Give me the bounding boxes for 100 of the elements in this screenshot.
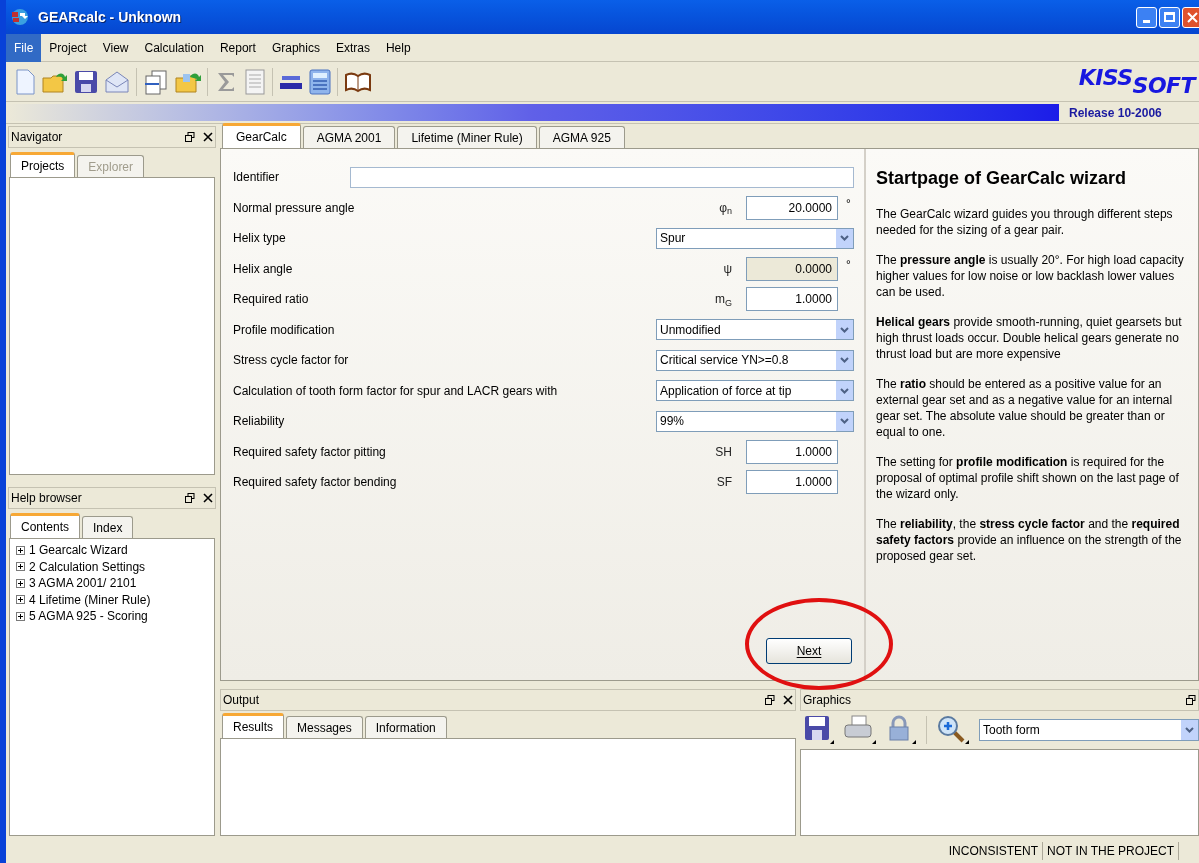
view-dropdown[interactable]: Tooth form bbox=[979, 719, 1199, 741]
menu-item[interactable]: View bbox=[94, 33, 137, 62]
panel-title: Output bbox=[223, 692, 260, 709]
expand-icon[interactable] bbox=[16, 545, 25, 555]
field-label: Required safety factor bending bbox=[233, 474, 398, 492]
tab[interactable]: Lifetime (Miner Rule) bbox=[397, 126, 537, 148]
symbol-label: SH bbox=[714, 443, 733, 461]
calculator-icon[interactable] bbox=[309, 68, 331, 95]
tree-item[interactable]: 3 AGMA 2001/ 2101 bbox=[29, 574, 137, 593]
envelope-icon[interactable] bbox=[104, 69, 130, 94]
chevron-down-icon bbox=[1185, 727, 1194, 733]
menu-item[interactable]: Help bbox=[377, 33, 419, 62]
window-title: GEARcalc - Unknown bbox=[38, 7, 182, 27]
close-icon[interactable] bbox=[203, 493, 213, 503]
field-label: Helix type bbox=[233, 230, 287, 248]
dropdown[interactable]: Spur bbox=[656, 227, 854, 249]
tab[interactable]: AGMA 2001 bbox=[302, 126, 396, 148]
expand-icon[interactable] bbox=[16, 562, 25, 572]
tab[interactable]: Projects bbox=[10, 152, 76, 177]
menu-item[interactable]: Extras bbox=[327, 33, 378, 62]
chevron-down-icon bbox=[840, 387, 849, 394]
field-label: Profile modification bbox=[233, 321, 336, 339]
panel-title: Graphics bbox=[803, 692, 852, 709]
symbol-label: m$_{G}$ bbox=[714, 291, 733, 309]
next-button[interactable]: Next bbox=[766, 638, 852, 664]
zoom-in-icon[interactable] bbox=[937, 715, 969, 745]
help-paragraph: The setting for profile modification is required for the proposal of optimal profile shift shown on the last page of the wizard only. bbox=[876, 454, 1180, 502]
restore-icon[interactable] bbox=[185, 493, 195, 503]
tab[interactable]: Results bbox=[222, 713, 284, 738]
book-icon[interactable] bbox=[344, 70, 372, 93]
help-paragraph: The pressure angle is usually 20°. For high load capacity higher values for low noise or low backlash lower values can be used. bbox=[876, 252, 1185, 300]
panel-title: Help browser bbox=[11, 490, 82, 507]
symbol-label: SF bbox=[715, 474, 733, 492]
field-label: Normal pressure angle bbox=[233, 199, 356, 217]
copy-pages-icon[interactable] bbox=[143, 68, 169, 95]
save-icon[interactable] bbox=[74, 69, 98, 94]
logo-text: KISS bbox=[1078, 66, 1133, 89]
field-label: Reliability bbox=[233, 413, 286, 431]
expand-icon[interactable] bbox=[16, 578, 25, 588]
field-label: Required ratio bbox=[233, 291, 310, 309]
chevron-down-icon bbox=[840, 235, 849, 242]
number-field[interactable]: 1.0000 bbox=[746, 287, 838, 312]
help-heading: Startpage of GearCalc wizard bbox=[876, 167, 1128, 190]
symbol-label: φ$_{n}$ bbox=[718, 199, 733, 217]
tab[interactable]: AGMA 925 bbox=[538, 126, 625, 148]
help-paragraph: Helical gears provide smooth-running, quiet gearsets but high thrust loads occur. Double helical gears generate no thrust load but are more expensive bbox=[876, 314, 1183, 362]
number-field[interactable]: 1.0000 bbox=[746, 439, 838, 464]
unit-label: ° bbox=[845, 195, 852, 213]
restore-icon[interactable] bbox=[185, 132, 195, 142]
field-label: Required safety factor pitting bbox=[233, 443, 387, 461]
dropdown[interactable]: Critical service YN>=0.8 bbox=[656, 349, 854, 371]
restore-icon[interactable] bbox=[765, 695, 775, 705]
close-icon[interactable] bbox=[783, 695, 793, 705]
tree-item[interactable]: 4 Lifetime (Miner Rule) bbox=[29, 590, 151, 609]
symbol-label: ψ bbox=[722, 260, 733, 278]
field-label: Helix angle bbox=[233, 260, 294, 278]
close-icon[interactable] bbox=[203, 132, 213, 142]
menu-item[interactable]: Report bbox=[211, 33, 264, 62]
help-paragraph: The ratio should be entered as a positive value for an external gear set and as a negative value for an internal gear set. The absolute value should be greater than or equal to one. bbox=[876, 376, 1174, 440]
unit-label: ° bbox=[845, 256, 852, 274]
logo-text: SOFT bbox=[1132, 74, 1195, 97]
save-icon[interactable] bbox=[804, 715, 834, 745]
tree-item[interactable]: 1 Gearcalc Wizard bbox=[29, 541, 128, 560]
menu-item[interactable]: Graphics bbox=[263, 33, 328, 62]
field-label: Identifier bbox=[233, 169, 281, 187]
close-button[interactable] bbox=[1182, 6, 1199, 28]
identifier-field[interactable] bbox=[350, 166, 854, 188]
tree-item[interactable]: 2 Calculation Settings bbox=[29, 557, 146, 576]
tree-item[interactable]: 5 AGMA 925 - Scoring bbox=[29, 607, 148, 626]
tab[interactable]: Information bbox=[364, 716, 447, 738]
restore-icon[interactable] bbox=[1186, 695, 1196, 705]
dropdown[interactable]: Unmodified bbox=[656, 319, 854, 341]
chevron-down-icon bbox=[840, 326, 849, 333]
minimize-button[interactable] bbox=[1136, 6, 1157, 28]
field-label: Calculation of tooth form factor for spur and LACR gears with bbox=[233, 382, 559, 400]
chevron-down-icon bbox=[840, 357, 849, 364]
tab[interactable]: Messages bbox=[286, 716, 363, 738]
dropdown[interactable]: Application of force at tip bbox=[656, 380, 854, 402]
gear-app-icon bbox=[10, 8, 30, 26]
maximize-button[interactable] bbox=[1159, 6, 1180, 28]
printer-icon[interactable] bbox=[844, 715, 876, 745]
help-paragraph: The reliability, the stress cycle factor and the required safety factors provide an influence on the strength of the proposed gear set. bbox=[876, 516, 1183, 564]
number-field[interactable]: 1.0000 bbox=[746, 470, 838, 495]
field-label: Stress cycle factor for bbox=[233, 352, 350, 370]
tab[interactable]: Contents bbox=[10, 513, 81, 538]
tab[interactable]: Index bbox=[82, 516, 134, 538]
status-text: NOT IN THE PROJECT bbox=[1043, 841, 1179, 860]
expand-icon[interactable] bbox=[16, 611, 25, 621]
chevron-down-icon bbox=[840, 418, 849, 425]
close-icon bbox=[1187, 11, 1198, 23]
tab[interactable]: GearCalc bbox=[222, 123, 301, 148]
help-paragraph: The GearCalc wizard guides you through different steps needed for the sizing of a gear pair. bbox=[876, 206, 1174, 238]
panel-title: Navigator bbox=[11, 129, 63, 146]
menu-item[interactable]: Calculation bbox=[136, 33, 212, 62]
status-text: INCONSISTENT bbox=[944, 841, 1044, 860]
number-field[interactable]: 20.0000 bbox=[746, 195, 838, 220]
dropdown[interactable]: 99% bbox=[656, 410, 854, 432]
expand-icon[interactable] bbox=[16, 595, 25, 605]
menu-item[interactable]: File bbox=[6, 33, 42, 62]
menu-item[interactable]: Project bbox=[41, 33, 95, 62]
